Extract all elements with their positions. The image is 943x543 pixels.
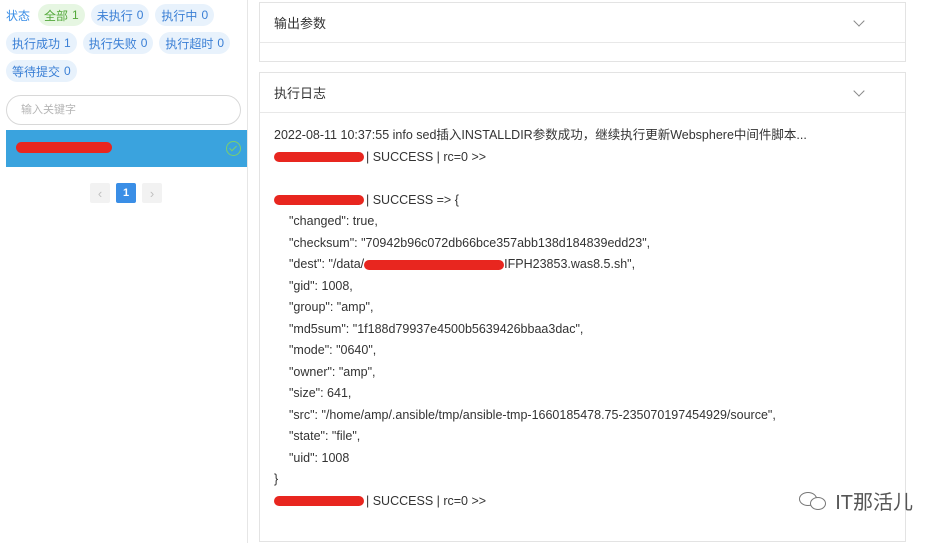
redacted-path xyxy=(364,259,505,270)
log-line: "md5sum": "1f188d79937e4500b5639426bbaa3… xyxy=(289,321,584,336)
log-line: "changed": true, xyxy=(289,214,378,228)
filter-chip-executing[interactable]: 执行中 0 xyxy=(155,4,215,26)
wechat-icon xyxy=(799,490,829,512)
exec-log-content: 2022-08-11 10:37:55 info sed插入INSTALLDIR… xyxy=(260,113,905,512)
log-line: 2022-08-11 10:37:55 info sed插入INSTALLDIR… xyxy=(274,128,807,142)
chevron-down-icon[interactable] xyxy=(853,84,865,97)
log-line: "gid": 1008, xyxy=(289,278,353,293)
redacted-host xyxy=(274,152,364,163)
prev-page-button[interactable]: ‹ xyxy=(90,183,110,203)
status-filter-row-1: 状态 全部 1 未执行 0 执行中 0 xyxy=(6,4,215,26)
log-line: "uid": 1008 xyxy=(289,450,350,465)
watermark: IT那活儿 xyxy=(799,486,913,515)
log-line: "checksum": "70942b96c072db66bce357abb13… xyxy=(289,235,651,250)
log-line: "src": "/home/amp/.ansible/tmp/ansible-t… xyxy=(289,407,776,422)
log-line: "mode": "0640", xyxy=(289,343,377,357)
log-line: "dest": "/data/IFPH23853.was8.5.sh", xyxy=(289,257,636,271)
redacted-host xyxy=(274,195,364,206)
redacted-task-name xyxy=(16,142,112,153)
log-line: "state": "file", xyxy=(289,429,361,443)
chevron-down-icon[interactable] xyxy=(853,14,865,27)
exec-log-title: 执行日志 xyxy=(274,86,327,101)
log-blank-line xyxy=(274,168,891,190)
filter-chip-success[interactable]: 执行成功 1 xyxy=(6,32,77,54)
status-label: 状态 xyxy=(6,8,31,23)
output-params-panel: 输出参数 xyxy=(259,2,906,62)
task-sidebar: 状态 全部 1 未执行 0 执行中 0 执行成功 1 执行失败 0 执行超时 0 等待提交 0… xyxy=(0,0,248,543)
filter-chip-pending-submit[interactable]: 等待提交 0 xyxy=(6,60,77,82)
filter-chip-not-executed[interactable]: 未执行 0 xyxy=(90,4,150,26)
task-list-item[interactable] xyxy=(6,130,247,167)
search-input[interactable] xyxy=(6,95,241,125)
log-line: "owner": "amp", xyxy=(289,364,376,379)
exec-log-header[interactable]: 执行日志 xyxy=(260,73,905,113)
log-line: | SUCCESS => { xyxy=(274,190,891,212)
output-params-header[interactable]: 输出参数 xyxy=(260,3,905,43)
exec-log-panel: 执行日志 2022-08-11 10:37:55 info sed插入INSTA… xyxy=(259,72,906,542)
watermark-text: IT那活儿 xyxy=(835,492,913,514)
log-line: "group": "amp", xyxy=(289,300,374,314)
status-filter-row-2: 执行成功 1 执行失败 0 执行超时 0 xyxy=(6,32,231,54)
next-page-button[interactable]: › xyxy=(142,183,162,203)
filter-chip-failed[interactable]: 执行失败 0 xyxy=(82,32,154,54)
output-params-title: 输出参数 xyxy=(274,16,327,31)
page-1-button[interactable]: 1 xyxy=(116,183,136,203)
filter-chip-timeout[interactable]: 执行超时 0 xyxy=(159,32,231,54)
success-check-icon xyxy=(226,141,241,156)
redacted-host xyxy=(274,496,364,507)
log-line: "size": 641, xyxy=(289,386,352,400)
log-line: | SUCCESS | rc=0 >> xyxy=(274,147,891,169)
status-filter-row-3: 等待提交 0 xyxy=(6,60,77,82)
pagination: ‹ 1 › xyxy=(90,183,162,203)
filter-chip-all[interactable]: 全部 1 xyxy=(38,4,85,26)
